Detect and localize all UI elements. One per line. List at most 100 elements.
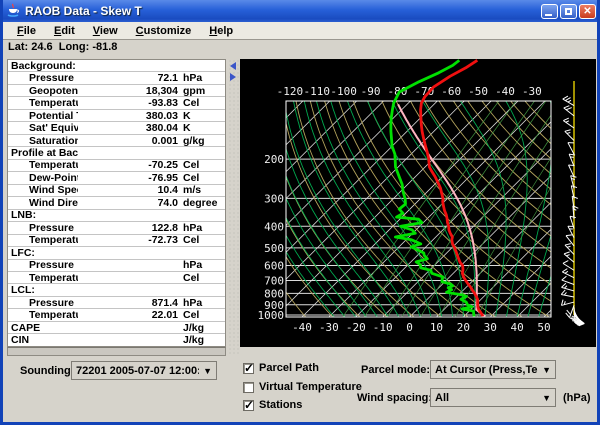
row-unit: Cel bbox=[178, 309, 225, 321]
row-value: -72.73 bbox=[78, 234, 178, 246]
virtual-temperature-checkbox[interactable]: ✓ Virtual Temperature bbox=[243, 381, 362, 393]
table-section-row[interactable]: LCL: bbox=[8, 284, 225, 296]
wind-spacing-label: Wind spacing: bbox=[357, 392, 432, 404]
table-data-row[interactable]: Dew-Point-76.95Cel bbox=[8, 172, 225, 184]
stations-checkbox[interactable]: ✓ Stations bbox=[243, 399, 302, 411]
chevron-down-icon: ▼ bbox=[203, 366, 212, 376]
soundings-combobox[interactable]: 72201 2005-07-07 12:00:00Z ▼ bbox=[71, 361, 217, 380]
close-icon: ✕ bbox=[580, 5, 595, 18]
row-label: Profile at Background Pressure: bbox=[8, 147, 78, 159]
svg-text:10: 10 bbox=[430, 321, 443, 334]
table-data-row[interactable]: Temperature-72.73Cel bbox=[8, 235, 225, 247]
parcel-mode-combobox[interactable]: At Cursor (Press,Temp) ▼ bbox=[430, 360, 556, 379]
table-data-row[interactable]: Wind Direction74.0degree bbox=[8, 197, 225, 209]
split-pane-divider[interactable] bbox=[228, 59, 239, 356]
title-bar[interactable]: RAOB Data - Skew T ✕ bbox=[0, 0, 600, 22]
collapse-right-icon[interactable] bbox=[230, 73, 236, 81]
row-label: Dew-Point bbox=[8, 172, 78, 184]
row-value: 0.001 bbox=[78, 135, 178, 147]
menu-help[interactable]: Help bbox=[200, 23, 242, 39]
checkbox-icon[interactable]: ✓ bbox=[243, 382, 254, 393]
row-label: Wind Speed bbox=[8, 184, 78, 196]
row-label: Pressure bbox=[8, 259, 78, 271]
row-unit: Cel bbox=[178, 159, 225, 171]
row-unit: K bbox=[178, 122, 225, 134]
close-button[interactable]: ✕ bbox=[579, 4, 596, 19]
svg-text:30: 30 bbox=[484, 321, 497, 334]
table-section-row[interactable]: CINJ/kg bbox=[8, 334, 225, 346]
svg-text:700: 700 bbox=[264, 274, 284, 287]
virtual-temperature-label: Virtual Temperature bbox=[259, 381, 362, 393]
row-unit: degree bbox=[178, 197, 225, 209]
row-label: Pressure bbox=[8, 297, 78, 309]
wind-spacing-combobox[interactable]: All ▼ bbox=[430, 388, 556, 407]
chevron-down-icon: ▼ bbox=[542, 393, 551, 403]
svg-text:40: 40 bbox=[510, 321, 523, 334]
svg-text:500: 500 bbox=[264, 242, 284, 255]
svg-text:-120: -120 bbox=[277, 85, 304, 98]
parcel-path-checkbox[interactable]: ✓ Parcel Path bbox=[243, 362, 319, 374]
svg-text:1000: 1000 bbox=[258, 309, 285, 322]
table-data-row[interactable]: Temperature22.01Cel bbox=[8, 309, 225, 321]
svg-text:600: 600 bbox=[264, 260, 284, 273]
checkbox-icon[interactable]: ✓ bbox=[243, 400, 254, 411]
lat-long-readout: Lat: 24.6 Long: -81.8 bbox=[3, 41, 597, 57]
menu-view[interactable]: View bbox=[84, 23, 127, 39]
svg-text:50: 50 bbox=[537, 321, 550, 334]
row-label: Temperature bbox=[8, 234, 78, 246]
table-section-row[interactable]: LNB: bbox=[8, 210, 225, 222]
svg-text:200: 200 bbox=[264, 153, 284, 166]
parcel-mode-value: At Cursor (Press,Temp) bbox=[435, 364, 538, 376]
minimize-button[interactable] bbox=[541, 4, 558, 19]
svg-text:-10: -10 bbox=[373, 321, 393, 334]
table-section-row[interactable]: Background: bbox=[8, 60, 225, 72]
row-value: 74.0 bbox=[78, 197, 178, 209]
checkbox-icon[interactable]: ✓ bbox=[243, 363, 254, 374]
svg-text:-90: -90 bbox=[361, 85, 381, 98]
table-section-row[interactable]: CAPEJ/kg bbox=[8, 322, 225, 334]
table-data-row[interactable]: Wind Speed10.4m/s bbox=[8, 185, 225, 197]
sounding-data-table[interactable]: Background:Pressure72.1hPaGeopotential A… bbox=[7, 59, 226, 347]
table-data-row[interactable]: Pressure122.8hPa bbox=[8, 222, 225, 234]
menu-customize[interactable]: Customize bbox=[127, 23, 201, 39]
table-horizontal-scrollbar[interactable] bbox=[7, 347, 226, 356]
row-unit: m/s bbox=[178, 184, 225, 196]
menu-bar: File Edit View Customize Help bbox=[3, 22, 597, 40]
row-value: 22.01 bbox=[78, 309, 178, 321]
maximize-button[interactable] bbox=[560, 4, 577, 19]
menu-file[interactable]: File bbox=[8, 23, 45, 39]
svg-text:0: 0 bbox=[406, 321, 413, 334]
table-section-row[interactable]: LFC: bbox=[8, 247, 225, 259]
table-data-row[interactable]: Pressure72.1hPa bbox=[8, 72, 225, 84]
table-data-row[interactable]: Pressure hPa bbox=[8, 260, 225, 272]
row-unit: gpm bbox=[178, 85, 225, 97]
row-value: 380.04 bbox=[78, 122, 178, 134]
row-unit: g/kg bbox=[178, 135, 225, 147]
row-unit: J/kg bbox=[178, 322, 225, 334]
wind-spacing-value: All bbox=[435, 392, 538, 404]
row-label: Background: bbox=[8, 60, 78, 72]
table-data-row[interactable]: Potential Temperature380.03K bbox=[8, 110, 225, 122]
table-data-row[interactable]: TemperatureCel bbox=[8, 272, 225, 284]
maximize-icon bbox=[565, 8, 572, 15]
row-unit: hPa bbox=[178, 259, 225, 271]
collapse-left-icon[interactable] bbox=[230, 62, 236, 70]
menu-edit[interactable]: Edit bbox=[45, 23, 84, 39]
row-label: LFC: bbox=[8, 247, 78, 259]
svg-text:300: 300 bbox=[264, 192, 284, 205]
table-data-row[interactable]: Geopotential Altitude18,304gpm bbox=[8, 85, 225, 97]
svg-text:-60: -60 bbox=[441, 85, 461, 98]
row-value: 18,304 bbox=[78, 85, 178, 97]
table-data-row[interactable]: Pressure871.4hPa bbox=[8, 297, 225, 309]
row-unit: Cel bbox=[178, 172, 225, 184]
row-label: LCL: bbox=[8, 284, 78, 296]
table-data-row[interactable]: Temperature-93.83Cel bbox=[8, 97, 225, 109]
table-data-row[interactable]: Sat' Equiv' Pot' Temp'380.04K bbox=[8, 122, 225, 134]
row-label: Potential Temperature bbox=[8, 110, 78, 122]
table-data-row[interactable]: Saturation Mixing-Ratio0.001g/kg bbox=[8, 135, 225, 147]
table-section-row[interactable]: Profile at Background Pressure: bbox=[8, 147, 225, 159]
table-data-row[interactable]: Temperature-70.25Cel bbox=[8, 160, 225, 172]
chevron-down-icon: ▼ bbox=[542, 365, 551, 375]
row-label: Wind Direction bbox=[8, 197, 78, 209]
skewt-chart[interactable]: -120-110-100-90-80-70-60-50-40-30-40-30-… bbox=[240, 59, 596, 347]
